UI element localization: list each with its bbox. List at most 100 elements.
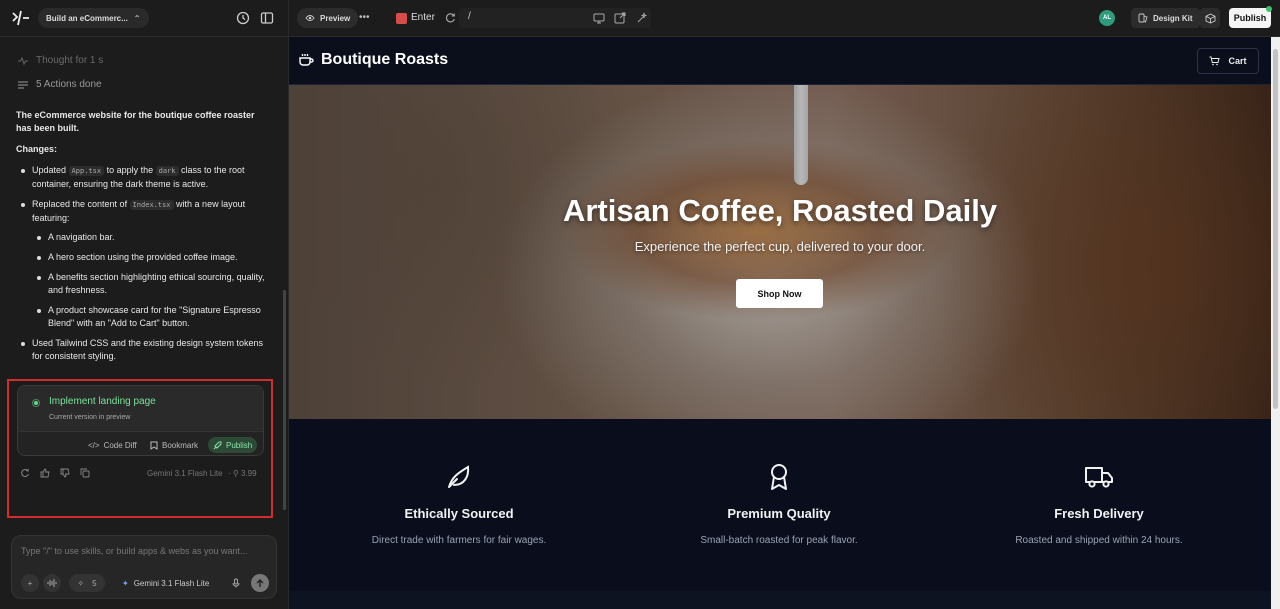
chat-scrollbar[interactable] [283,290,286,510]
sub-list: A navigation bar. A hero section using t… [32,231,266,330]
desktop-view-icon[interactable] [593,12,605,24]
history-icon[interactable] [236,11,250,25]
rocket-icon [213,441,222,449]
model-selector[interactable]: ✦ Gemini 3.1 Flash Lite [122,574,209,592]
prompt-input-box[interactable]: Type "/" to use skills, or build apps & … [11,535,277,599]
open-external-icon[interactable] [614,12,626,24]
truck-icon [1085,467,1113,488]
eye-icon [305,15,315,21]
preview-label: Preview [320,13,351,23]
add-icon[interactable]: + [21,574,39,592]
benefit-title: Fresh Delivery [1054,506,1144,521]
cost-value: 3.99 [241,469,257,478]
brand-name: Boutique Roasts [321,51,449,68]
list-text: Replaced the content of [32,199,128,209]
thought-status[interactable]: Thought for 1 s [18,55,103,66]
thumbs-up-icon[interactable] [40,468,50,478]
benefit-description: Roasted and shipped within 24 hours. [1015,535,1183,546]
cart-label: Cart [1228,56,1247,66]
next-section [289,591,1271,609]
benefit-description: Small-batch roasted for peak flavor. [700,535,858,546]
code-diff-button[interactable]: </> Code Diff [83,437,142,453]
bookmark-button[interactable]: Bookmark [145,437,203,453]
pulse-icon [18,56,28,65]
more-options-icon[interactable]: ••• [359,12,370,23]
sidebar-toggle-icon[interactable] [260,11,274,25]
preview-scrollbar-thumb[interactable] [1273,49,1278,409]
version-card-header[interactable]: Implement landing page Current version i… [18,386,263,432]
inline-code: Index.tsx [129,200,174,210]
card-publish-label: Publish [226,440,253,450]
project-selector[interactable]: Build an eCommerc... ⌃ [38,8,149,28]
cost-badge: · ⚲ 3.99 [228,469,257,478]
changes-list: Updated App.tsx to apply the dark class … [16,164,266,363]
leaf-icon [448,465,470,488]
url-path: / [468,11,471,22]
publish-button[interactable]: Publish [1229,8,1271,28]
list-item: Replaced the content of Index.tsx with a… [16,198,266,330]
design-kit-button[interactable]: Design Kit [1131,8,1200,28]
list-item: Updated App.tsx to apply the dark class … [16,164,266,191]
benefit-title: Premium Quality [727,506,831,521]
chat-header: Build an eCommerc... ⌃ [0,0,289,37]
send-button[interactable] [251,574,269,592]
enter-button[interactable]: Enter [411,12,435,23]
cost-icon: ⚲ [232,469,239,478]
skills-button[interactable]: ✧ 5 [69,574,105,592]
shop-now-button[interactable]: Shop Now [736,279,823,308]
site-preview: Boutique Roasts Cart Artisan Coffee, Roa… [289,37,1271,609]
list-text: to apply the [106,165,154,175]
coffee-cup-icon [299,54,314,66]
retry-icon[interactable] [20,468,30,478]
card-publish-button[interactable]: Publish [208,437,258,453]
app-root: Build an eCommerc... ⌃ Thought for 1 s 5… [0,0,1280,609]
list-item: A navigation bar. [32,231,266,244]
prompt-input[interactable]: Type "/" to use skills, or build apps & … [21,546,248,556]
cart-button[interactable]: Cart [1197,48,1259,74]
magic-select-icon[interactable] [636,12,648,24]
refresh-icon[interactable] [445,12,456,23]
inline-code: dark [155,166,179,176]
code-icon: </> [88,440,100,450]
hero-subtitle: Experience the perfect cup, delivered to… [634,239,926,254]
cube-button[interactable] [1200,8,1220,28]
address-bar: Enter / [389,8,651,28]
publish-status-dot [1266,6,1272,12]
wave-glyph-icon [47,579,57,587]
benefit-title: Ethically Sourced [404,506,514,521]
list-item: A product showcase card for the "Signatu… [32,304,266,330]
version-card[interactable]: Implement landing page Current version i… [17,385,264,456]
mic-glyph-icon [232,578,240,588]
audio-wave-icon[interactable] [43,574,61,592]
thumbs-down-icon[interactable] [60,468,70,478]
list-text: Updated [32,165,67,175]
palette-icon [1138,13,1148,23]
assistant-message: The eCommerce website for the boutique c… [16,109,266,370]
hero-title: Artisan Coffee, Roasted Daily [562,193,998,228]
site-brand[interactable]: Boutique Roasts [299,51,448,69]
preview-scrollbar[interactable] [1271,37,1280,609]
award-icon [771,464,787,490]
cube-icon [1205,12,1215,23]
sparkle-icon: ✧ [77,578,85,588]
model-selector-label: Gemini 3.1 Flash Lite [133,578,210,588]
gemini-star-icon: ✦ [122,578,129,588]
microphone-icon[interactable] [227,574,245,592]
actions-label: 5 Actions done [36,79,102,90]
list-item: A benefits section highlighting ethical … [32,271,266,297]
preview-tab[interactable]: Preview [297,8,359,28]
benefits-section: Ethically Sourced Direct trade with farm… [289,419,1271,591]
benefit-description: Direct trade with farmers for fair wages… [371,535,547,546]
actions-summary[interactable]: 5 Actions done [18,79,102,90]
message-intro: The eCommerce website for the boutique c… [16,110,255,133]
hero-section: Artisan Coffee, Roasted Daily Experience… [289,85,1271,419]
changes-heading: Changes: [16,144,58,154]
user-avatar[interactable]: AL [1099,10,1115,26]
design-kit-label: Design Kit [1153,13,1193,23]
copy-icon[interactable] [80,468,90,478]
bookmark-label: Bookmark [162,440,199,450]
version-subtitle: Current version in preview [49,414,131,421]
app-logo-icon[interactable] [12,10,30,26]
site-navbar: Boutique Roasts Cart [289,37,1271,85]
project-name: Build an eCommerc... [46,13,128,23]
